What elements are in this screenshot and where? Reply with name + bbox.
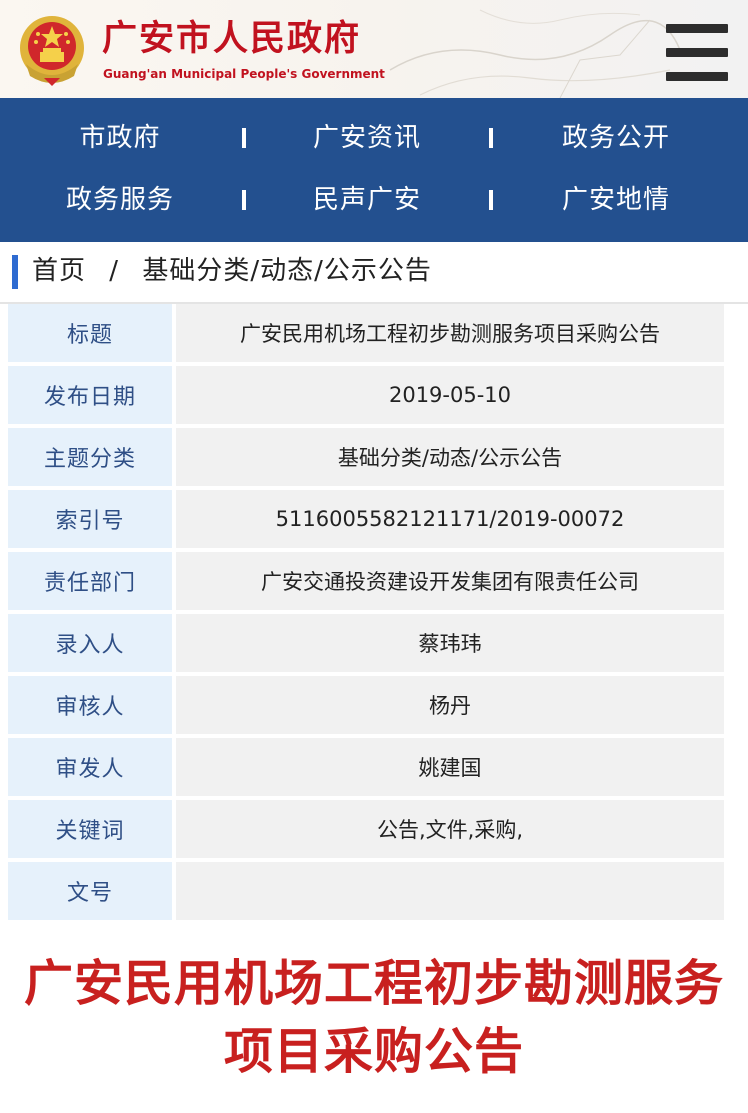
info-value: 公告,文件,采购,	[176, 800, 724, 858]
table-row: 文号	[8, 862, 724, 920]
info-label: 审发人	[8, 738, 172, 796]
info-value: 基础分类/动态/公示公告	[176, 428, 724, 486]
info-label: 发布日期	[8, 366, 172, 424]
article-title: 广安民用机场工程初步勘测服务项目采购公告	[23, 955, 724, 1080]
nav-item-city-government[interactable]: 市政府	[10, 125, 230, 151]
table-row: 索引号 5116005582121171/2019-00072	[8, 490, 724, 548]
info-value: 姚建国	[176, 738, 724, 796]
info-label: 索引号	[8, 490, 172, 548]
site-title: 广安市人民政府	[102, 19, 362, 59]
info-label: 文号	[8, 862, 172, 920]
nav-item-guangan-news[interactable]: 广安资讯	[257, 125, 477, 151]
table-row: 审发人 姚建国	[8, 738, 724, 796]
info-value: 杨丹	[176, 676, 724, 734]
info-label: 关键词	[8, 800, 172, 858]
table-row: 审核人 杨丹	[8, 676, 724, 734]
nav-item-local-info[interactable]: 广安地情	[506, 187, 726, 213]
table-row: 录入人 蔡玮玮	[8, 614, 724, 672]
nav-separator	[242, 190, 246, 210]
hamburger-menu-icon[interactable]	[666, 24, 728, 82]
nav-item-government-affairs-public[interactable]: 政务公开	[506, 125, 726, 151]
info-label: 标题	[8, 304, 172, 362]
info-label: 录入人	[8, 614, 172, 672]
info-label: 主题分类	[8, 428, 172, 486]
breadcrumb-separator: /	[109, 256, 120, 286]
table-row: 标题 广安民用机场工程初步勘测服务项目采购公告	[8, 304, 724, 362]
info-value: 广安民用机场工程初步勘测服务项目采购公告	[176, 304, 724, 362]
info-label: 责任部门	[8, 552, 172, 610]
breadcrumb: 首页 / 基础分类/动态/公示公告	[12, 252, 742, 292]
breadcrumb-home-link[interactable]: 首页	[32, 256, 86, 286]
info-value	[176, 862, 724, 920]
nav-item-public-voice[interactable]: 民声广安	[257, 187, 477, 213]
table-row: 发布日期 2019-05-10	[8, 366, 724, 424]
site-header: 广安市人民政府 Guang'an Municipal People's Gove…	[0, 0, 748, 98]
table-row: 主题分类 基础分类/动态/公示公告	[8, 428, 724, 486]
info-label: 审核人	[8, 676, 172, 734]
national-emblem-icon	[20, 16, 84, 86]
breadcrumb-path[interactable]: 基础分类/动态/公示公告	[142, 256, 432, 286]
main-nav: 市政府 广安资讯 政务公开 政务服务 民声广安 广安地情	[0, 98, 748, 242]
info-value: 5116005582121171/2019-00072	[176, 490, 724, 548]
info-value: 2019-05-10	[176, 366, 724, 424]
table-row: 关键词 公告,文件,采购,	[8, 800, 724, 858]
info-value: 广安交通投资建设开发集团有限责任公司	[176, 552, 724, 610]
nav-separator	[242, 128, 246, 148]
nav-separator	[489, 128, 493, 148]
site-subtitle: Guang'an Municipal People's Government	[103, 67, 385, 81]
map-background-decoration	[389, 9, 680, 98]
nav-separator	[489, 190, 493, 210]
nav-item-government-services[interactable]: 政务服务	[10, 187, 230, 213]
breadcrumb-accent-bar	[12, 255, 18, 289]
info-value: 蔡玮玮	[176, 614, 724, 672]
table-row: 责任部门 广安交通投资建设开发集团有限责任公司	[8, 552, 724, 610]
